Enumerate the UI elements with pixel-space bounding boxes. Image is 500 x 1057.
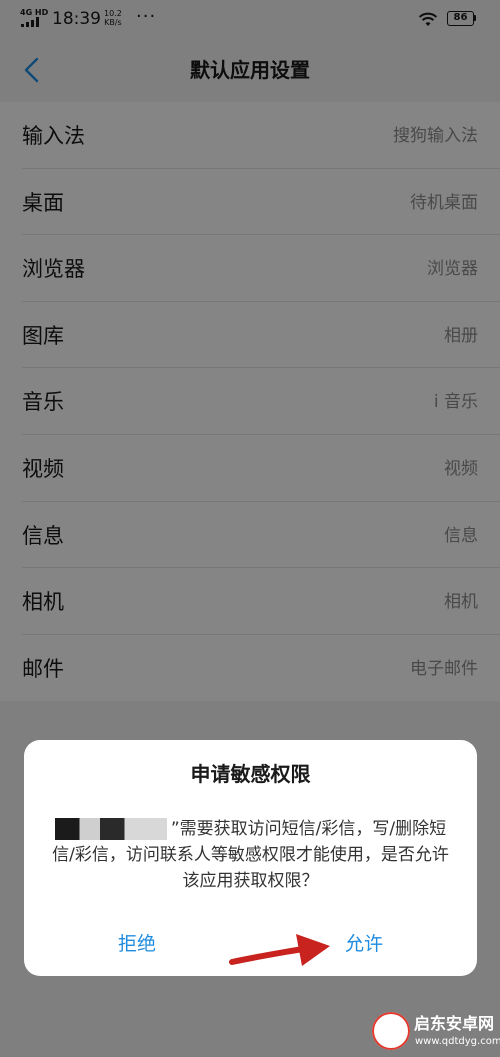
redacted-app-name bbox=[54, 818, 167, 840]
dialog-message: ”需要获取访问短信/彩信，写/删除短信/彩信，访问联系人等敏感权限才能使用，是否… bbox=[50, 816, 451, 894]
watermark-url: www.qdtdyg.com bbox=[415, 1036, 500, 1047]
watermark-logo-icon bbox=[372, 1012, 410, 1050]
deny-button[interactable]: 拒绝 bbox=[24, 930, 250, 958]
watermark-name: 启东安卓网 bbox=[414, 1014, 495, 1033]
watermark: 启东安卓网 www.qdtdyg.com bbox=[372, 1010, 500, 1054]
dialog-title: 申请敏感权限 bbox=[190, 762, 311, 786]
red-arrow-annotation bbox=[229, 934, 330, 966]
